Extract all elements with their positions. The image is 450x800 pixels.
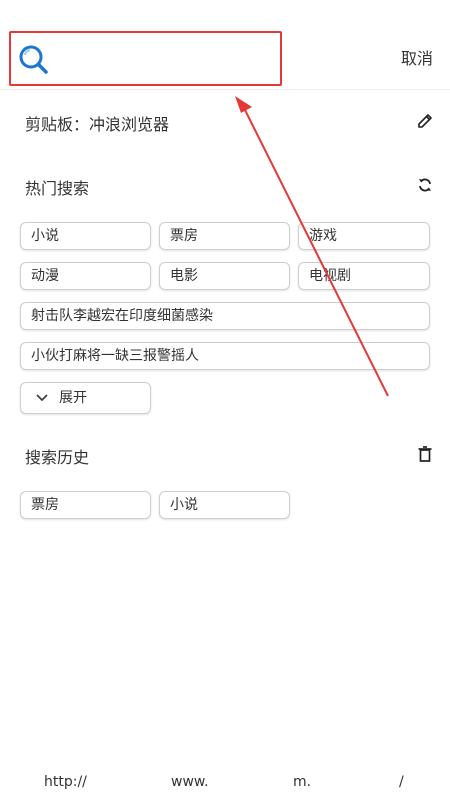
hot-tag[interactable]: 小伙打麻将一缺三报警摇人 [20, 342, 430, 370]
cancel-button[interactable]: 取消 [401, 45, 433, 69]
pencil-icon[interactable] [416, 112, 434, 130]
search-input[interactable] [57, 43, 276, 77]
shortcut-http[interactable]: http:// [44, 774, 87, 790]
expand-button[interactable]: 展开 [20, 382, 151, 414]
divider [0, 89, 450, 90]
history-item[interactable]: 票房 [20, 491, 151, 519]
history-item[interactable]: 小说 [159, 491, 290, 519]
hot-tag[interactable]: 动漫 [20, 262, 151, 290]
search-icon [19, 45, 48, 74]
shortcut-www[interactable]: www. [171, 774, 209, 790]
expand-label: 展开 [59, 390, 87, 406]
hot-search-title: 热门搜索 [25, 179, 90, 198]
shortcut-m[interactable]: m. [293, 774, 311, 790]
url-shortcut-bar: http:// www. m. / [0, 770, 450, 800]
hot-tag[interactable]: 射击队李越宏在印度细菌感染 [20, 302, 430, 330]
hot-tag[interactable]: 游戏 [298, 222, 430, 250]
hot-tag[interactable]: 票房 [159, 222, 290, 250]
hot-tag[interactable]: 电影 [159, 262, 290, 290]
hot-tag[interactable]: 小说 [20, 222, 151, 250]
chevron-down-icon [36, 394, 48, 402]
hot-tag[interactable]: 电视剧 [298, 262, 430, 290]
trash-icon[interactable] [416, 445, 434, 463]
shortcut-slash[interactable]: / [399, 774, 404, 790]
search-field[interactable] [9, 31, 282, 86]
history-title: 搜索历史 [25, 448, 90, 467]
search-bar: 取消 [0, 0, 450, 90]
clipboard-label[interactable]: 剪贴板：冲浪浏览器 [25, 111, 169, 135]
refresh-icon[interactable] [416, 176, 434, 194]
